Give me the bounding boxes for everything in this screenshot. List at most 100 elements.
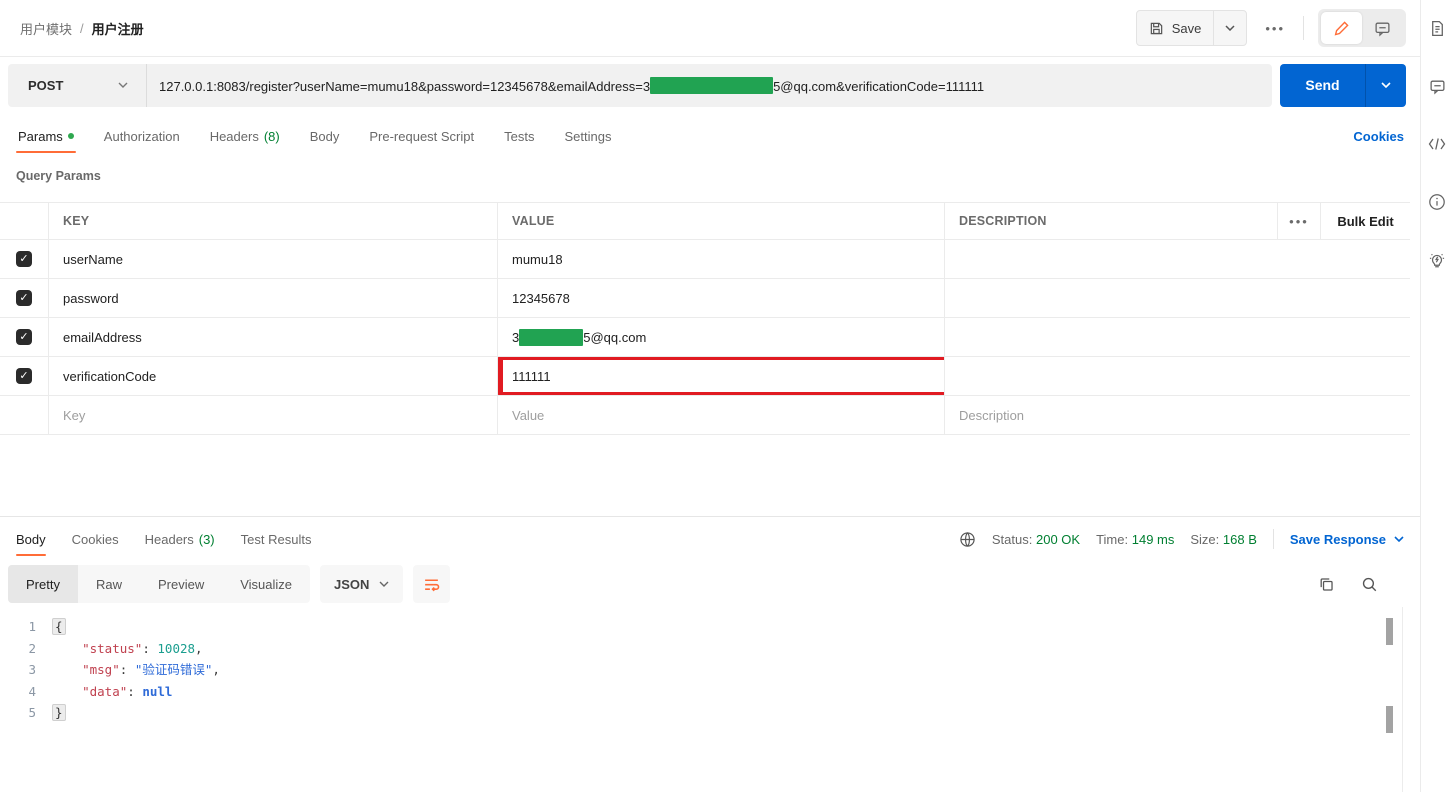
table-row: ✓ emailAddress 3 5@qq.com <box>0 318 1410 357</box>
key-cell[interactable]: userName <box>48 240 497 278</box>
send-button[interactable]: Send <box>1280 64 1365 107</box>
edit-comment-toggle <box>1318 9 1406 47</box>
param-value-prefix: 3 <box>512 329 520 345</box>
send-options-caret[interactable] <box>1365 63 1406 107</box>
key-cell[interactable]: verificationCode <box>48 357 497 395</box>
params-more-options-icon[interactable]: ••• <box>1285 214 1313 229</box>
tab-headers[interactable]: Headers (8) <box>208 113 282 159</box>
tab-label: Body <box>16 531 46 547</box>
param-value: mumu18 <box>512 251 563 267</box>
header-bulk-edit-cell: Bulk Edit <box>1320 203 1410 239</box>
url-text-suffix: 5@qq.com&verificationCode=111111 <box>773 78 985 94</box>
save-response-button[interactable]: Save Response <box>1290 532 1404 547</box>
edit-mode-button[interactable] <box>1321 12 1362 44</box>
tab-authorization[interactable]: Authorization <box>102 113 182 159</box>
status-label: Status: <box>991 531 1033 547</box>
row-checkbox-cell: ✓ <box>0 240 48 278</box>
description-cell[interactable] <box>944 240 1410 278</box>
value-cell[interactable]: 3 5@qq.com <box>497 318 944 356</box>
table-placeholder-row: Key Value Description <box>0 396 1410 435</box>
chevron-down-icon <box>1381 82 1391 88</box>
response-tab-test-results[interactable]: Test Results <box>241 517 312 561</box>
view-preview-button[interactable]: Preview <box>140 565 222 603</box>
breadcrumb-collection[interactable]: 用户模块 <box>20 19 72 38</box>
tab-settings[interactable]: Settings <box>562 113 613 159</box>
cookies-link[interactable]: Cookies <box>1353 129 1404 144</box>
time-label: Time: <box>1096 531 1129 547</box>
key-cell[interactable]: Key <box>48 396 497 434</box>
value-cell[interactable]: 12345678 <box>497 279 944 317</box>
scrollbar-thumb[interactable] <box>1386 706 1393 733</box>
header-actions: Save ••• <box>1135 9 1406 47</box>
code-line: 2 "status": 10028, <box>0 638 1420 660</box>
method-select[interactable]: POST <box>8 63 147 107</box>
request-url-row: POST 127.0.0.1:8083/register?userName=mu… <box>0 57 1420 113</box>
pull-request-lightbulb-icon[interactable] <box>1427 250 1447 270</box>
value-cell-highlighted[interactable]: 111111 <box>497 357 944 395</box>
chevron-down-icon <box>1394 536 1404 542</box>
scrollbar-thumb[interactable] <box>1386 618 1393 645</box>
size-badge[interactable]: Size: 168 B <box>1190 532 1257 547</box>
code-line: 3 "msg": "验证码错误", <box>0 659 1420 681</box>
copy-icon[interactable] <box>1318 576 1335 593</box>
description-cell[interactable] <box>944 357 1410 395</box>
comment-mode-button[interactable] <box>1362 12 1403 44</box>
redaction-block <box>650 76 774 94</box>
key-cell[interactable]: emailAddress <box>48 318 497 356</box>
save-response-label: Save Response <box>1289 531 1386 547</box>
code-snippet-icon[interactable] <box>1427 134 1447 154</box>
value-cell[interactable]: Value <box>497 396 944 434</box>
tab-label: Tests <box>504 128 535 144</box>
response-section: Body Cookies Headers (3) Test Results St… <box>0 516 1420 792</box>
tab-body[interactable]: Body <box>308 113 342 159</box>
breadcrumb-separator: / <box>80 20 84 36</box>
response-body-viewer[interactable]: 1 { 2 "status": 10028, 3 "msg": "验证码错误",… <box>0 607 1420 792</box>
time-badge[interactable]: Time: 149 ms <box>1096 532 1174 547</box>
status-badge[interactable]: Status: 200 OK <box>992 532 1080 547</box>
tab-params[interactable]: Params <box>16 113 76 159</box>
wrap-lines-button[interactable] <box>413 565 451 603</box>
more-options-icon[interactable]: ••• <box>1261 21 1289 36</box>
response-tab-cookies[interactable]: Cookies <box>72 517 119 561</box>
response-tab-body[interactable]: Body <box>16 517 46 561</box>
documentation-icon[interactable] <box>1427 18 1447 38</box>
redaction-block <box>519 328 584 346</box>
view-visualize-button[interactable]: Visualize <box>222 565 310 603</box>
row-checkbox[interactable]: ✓ <box>16 251 32 267</box>
save-button[interactable]: Save <box>1137 11 1214 45</box>
tab-pre-request-script[interactable]: Pre-request Script <box>367 113 476 159</box>
code-line: 4 "data": null <box>0 681 1420 703</box>
description-cell[interactable] <box>944 279 1410 317</box>
bulk-edit-button[interactable]: Bulk Edit <box>1337 214 1393 229</box>
search-icon[interactable] <box>1361 576 1378 593</box>
globe-icon <box>959 531 976 548</box>
key-cell[interactable]: password <box>48 279 497 317</box>
header-divider <box>1303 16 1304 40</box>
save-options-caret[interactable] <box>1213 11 1246 45</box>
info-icon[interactable] <box>1427 192 1447 212</box>
row-checkbox[interactable]: ✓ <box>16 368 32 384</box>
format-select[interactable]: JSON <box>320 565 404 603</box>
meta-divider <box>1272 529 1274 549</box>
breadcrumb-request-name[interactable]: 用户注册 <box>92 19 144 38</box>
param-key: password <box>63 290 119 306</box>
view-raw-button[interactable]: Raw <box>78 565 140 603</box>
row-checkbox[interactable]: ✓ <box>16 290 32 306</box>
view-pretty-button[interactable]: Pretty <box>8 565 78 603</box>
scrollbar-track <box>1402 607 1403 792</box>
fold-marker[interactable]: { <box>52 618 66 635</box>
description-cell[interactable] <box>944 318 1410 356</box>
header-checkbox-cell <box>0 203 48 239</box>
fold-marker[interactable]: } <box>52 704 66 721</box>
url-input[interactable]: 127.0.0.1:8083/register?userName=mumu18&… <box>147 76 1272 94</box>
response-tab-headers[interactable]: Headers (3) <box>145 517 215 561</box>
response-tools-right <box>1318 576 1404 593</box>
tab-label: Headers <box>209 128 259 144</box>
code-text: { <box>52 616 66 638</box>
tab-tests[interactable]: Tests <box>502 113 536 159</box>
description-cell[interactable]: Description <box>944 396 1410 434</box>
row-checkbox[interactable]: ✓ <box>16 329 32 345</box>
comments-icon[interactable] <box>1427 76 1447 96</box>
table-row: ✓ password 12345678 <box>0 279 1410 318</box>
value-cell[interactable]: mumu18 <box>497 240 944 278</box>
